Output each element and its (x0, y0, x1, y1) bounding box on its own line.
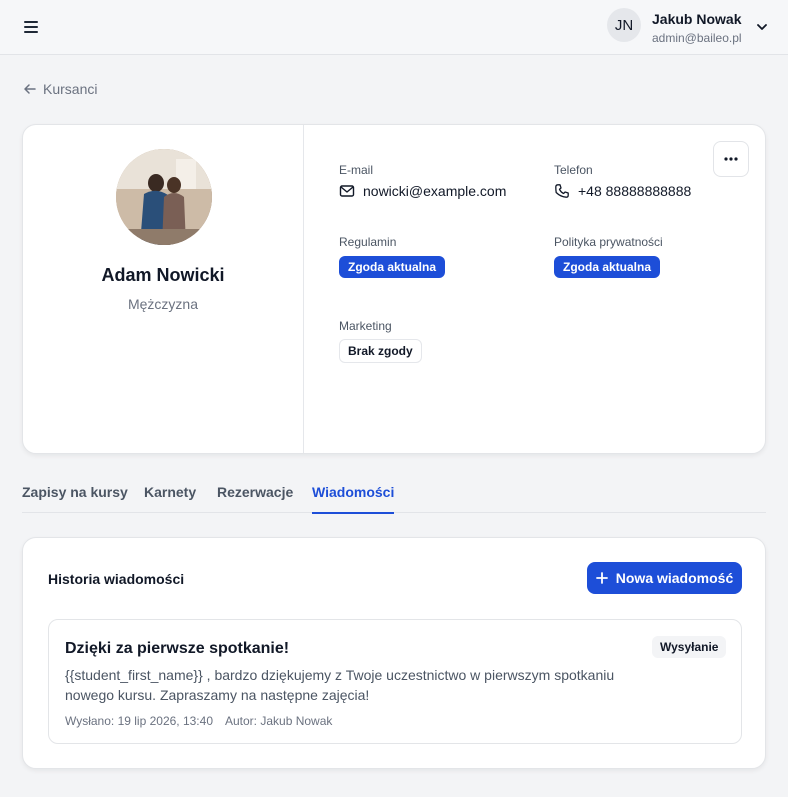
menu-icon[interactable] (24, 21, 38, 33)
new-message-label: Nowa wiadomość (615, 570, 734, 586)
tab-passes[interactable]: Karnety (144, 484, 196, 512)
email-value: nowicki@example.com (363, 183, 507, 199)
message-title: Dzięki za pierwsze spotkanie! (65, 640, 290, 657)
tab-messages[interactable]: Wiadomości (312, 484, 395, 514)
user-avatar[interactable]: JN (607, 8, 641, 42)
message-meta: Wysłano: 19 lip 2026, 13:40 Autor: Jakub… (65, 714, 332, 728)
more-horizontal-icon (724, 157, 738, 161)
email-field[interactable]: nowicki@example.com (339, 183, 506, 199)
phone-icon (555, 184, 569, 198)
user-email: admin@baileo.pl (652, 31, 742, 45)
privacy-label: Polityka prywatności (554, 235, 663, 249)
chevron-down-icon[interactable] (755, 20, 769, 34)
marketing-status-badge: Brak zgody (339, 339, 422, 363)
student-name: Adam Nowicki (101, 265, 225, 285)
privacy-status-badge: Zgoda aktualna (554, 256, 661, 278)
messages-title: Historia wiadomości (48, 571, 185, 587)
mail-icon (339, 185, 355, 197)
terms-label: Regulamin (339, 235, 397, 249)
email-label: E-mail (339, 163, 374, 177)
student-gender: Mężczyzna (127, 296, 199, 312)
back-link-label: Kursanci (43, 81, 98, 97)
user-name[interactable]: Jakub Nowak (652, 11, 741, 27)
marketing-label: Marketing (339, 319, 392, 333)
phone-label: Telefon (554, 163, 593, 177)
messages-card: Historia wiadomości Nowa wiadomość Dzięk… (22, 537, 766, 769)
student-photo (116, 149, 212, 245)
new-message-button[interactable]: Nowa wiadomość (587, 562, 742, 594)
tab-course-enrollments[interactable]: Zapisy na kursy (22, 484, 128, 512)
plus-icon (595, 572, 608, 584)
phone-value: +48 88888888888 (578, 183, 692, 199)
more-options-button[interactable] (713, 141, 749, 177)
message-author: Autor: Jakub Nowak (225, 714, 333, 728)
terms-status-badge: Zgoda aktualna (339, 256, 446, 278)
phone-field[interactable]: +48 88888888888 (554, 183, 691, 199)
message-body: {{student_first_name}} , bardzo dziękuje… (65, 667, 615, 703)
top-bar: JN Jakub Nowak admin@baileo.pl (0, 0, 788, 55)
back-link[interactable]: Kursanci (23, 81, 97, 97)
card-divider (303, 125, 304, 453)
student-profile-card: Adam Nowicki Mężczyzna E-mail nowicki@ex… (22, 124, 766, 454)
arrow-left-icon (24, 84, 36, 94)
message-item[interactable]: Dzięki za pierwsze spotkanie! Wysyłanie … (48, 619, 742, 744)
message-status-badge: Wysyłanie (652, 636, 727, 658)
tab-reservations[interactable]: Rezerwacje (217, 484, 293, 512)
tabs: Zapisy na kursy Karnety Rezerwacje Wiado… (22, 473, 766, 514)
message-sent-date: Wysłano: 19 lip 2026, 13:40 (65, 714, 213, 728)
